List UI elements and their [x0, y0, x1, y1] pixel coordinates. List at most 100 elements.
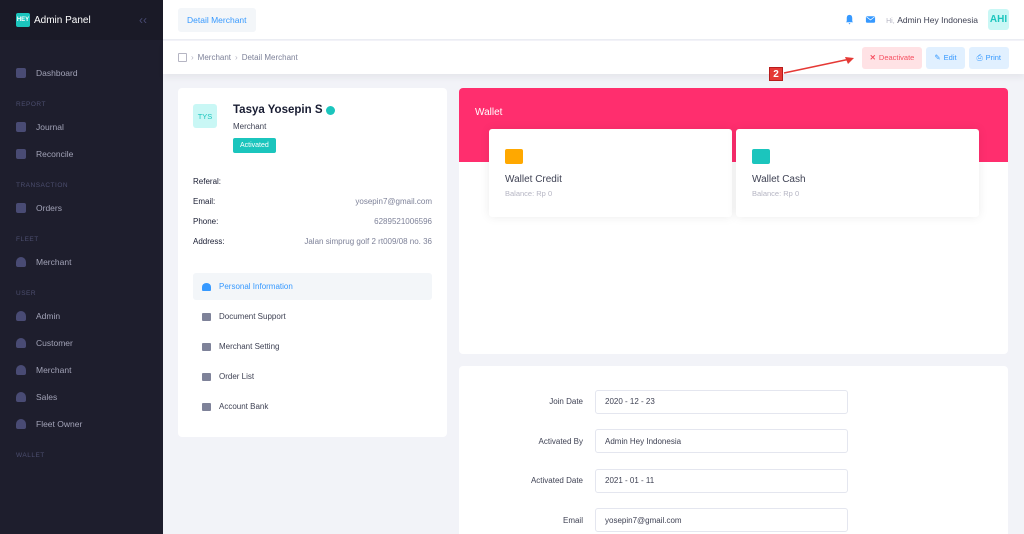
- wallet-tile-wallet-cash[interactable]: Wallet Cash Balance: Rp 0: [736, 129, 979, 217]
- sidebar-item-customer[interactable]: Customer: [0, 329, 163, 356]
- sidebar-item-journal[interactable]: Journal: [0, 113, 163, 140]
- detail-label: Activated Date: [530, 476, 583, 486]
- printer-icon: ⎙: [976, 52, 983, 62]
- activated-date-field[interactable]: 2021 - 01 - 11: [595, 468, 848, 493]
- user-icon: [16, 364, 26, 375]
- sidebar-item-label: Sales: [36, 391, 58, 402]
- home-icon[interactable]: [178, 53, 187, 62]
- profile-nav-label: Merchant Setting: [219, 342, 280, 351]
- user-icon: [16, 337, 26, 348]
- sidebar-item-sales[interactable]: Sales: [0, 383, 163, 410]
- sidebar-item-dashboard[interactable]: Dashboard: [0, 59, 163, 86]
- breadcrumb: › Merchant › Detail Merchant: [178, 53, 298, 62]
- wallet-tile-balance: Balance: Rp 0: [752, 189, 800, 198]
- detail-row-activated-by: Activated By Admin Hey Indonesia: [459, 422, 1008, 462]
- sidebar-item-fleet-owner[interactable]: Fleet Owner: [0, 410, 163, 437]
- profile-nav-document-support[interactable]: Document Support: [193, 303, 432, 330]
- profile-nav-label: Order List: [219, 372, 255, 381]
- cart-icon: [16, 202, 26, 213]
- clipboard-icon: [16, 121, 26, 132]
- mail-icon[interactable]: [865, 14, 876, 25]
- detail-label: Join Date: [549, 397, 583, 407]
- profile-nav-order-list[interactable]: Order List: [193, 363, 432, 390]
- header: Detail Merchant Hi, Admin Hey Indonesia …: [163, 0, 1024, 40]
- tab-detail-merchant[interactable]: Detail Merchant: [178, 7, 256, 32]
- user-icon: [16, 391, 26, 402]
- profile-role: Merchant: [233, 122, 267, 131]
- sidebar-section-report: REPORT: [16, 100, 46, 108]
- sidebar-section-wallet: WALLET: [16, 451, 45, 459]
- brand-name: Admin Panel: [34, 14, 91, 26]
- sidebar-item-label: Orders: [36, 202, 62, 213]
- verified-icon: [326, 105, 336, 115]
- sidebar-item-label: Journal: [36, 121, 64, 132]
- profile-nav-label: Personal Information: [219, 282, 293, 291]
- annotation-marker: 2: [769, 67, 783, 81]
- sidebar-item-label: Admin: [36, 310, 61, 321]
- sidebar-item-admin[interactable]: Admin: [0, 302, 163, 329]
- info-key: Address:: [193, 236, 225, 246]
- user-icon: [16, 418, 26, 429]
- info-row-referal: Referal:: [193, 171, 432, 191]
- sidebar-section-transaction: TRANSACTION: [16, 181, 69, 189]
- wallet-card: Wallet Wallet Credit Balance: Rp 0 Wallet …: [459, 88, 1008, 354]
- info-value: 6289521006596: [374, 216, 432, 226]
- breadcrumb-item-detail[interactable]: Detail Merchant: [242, 53, 298, 62]
- detail-row-join-date: Join Date 2020 - 12 - 23: [459, 382, 1008, 422]
- breadcrumb-item-merchant[interactable]: Merchant: [198, 53, 231, 62]
- bell-icon[interactable]: [844, 14, 855, 25]
- info-row-phone: Phone: 6289521006596: [193, 211, 432, 231]
- sidebar-section-fleet: FLEET: [16, 235, 39, 243]
- sidebar-item-merchant[interactable]: Merchant: [0, 356, 163, 383]
- close-icon: ✕: [869, 53, 876, 62]
- edit-button[interactable]: ✎ Edit: [926, 46, 965, 69]
- brand-logo: HEY: [16, 13, 30, 27]
- wallet-tile-title: Wallet Credit: [505, 174, 562, 185]
- home-icon: [16, 67, 26, 78]
- edit-icon: ✎: [934, 53, 941, 62]
- profile-nav-label: Document Support: [219, 312, 286, 321]
- card-icon: [202, 402, 211, 411]
- info-row-address: Address: Jalan simprug golf 2 rt009/08 no…: [193, 231, 432, 251]
- profile-nav: Personal Information Document Support Merc…: [193, 273, 432, 420]
- user-icon: [202, 282, 211, 291]
- sidebar-menu: Dashboard REPORT Journal Reconcile TRANSACTI…: [0, 40, 163, 464]
- sidebar: HEY Admin Panel ‹‹ Dashboard REPORT Journa…: [0, 0, 163, 534]
- profile-nav-label: Account Bank: [219, 402, 269, 411]
- deactivate-label: Deactivate: [878, 53, 915, 62]
- profile-nav-account-bank[interactable]: Account Bank: [193, 393, 432, 420]
- profile-nav-personal-information[interactable]: Personal Information: [193, 273, 432, 300]
- email-field[interactable]: yosepin7@gmail.com: [595, 508, 848, 533]
- status-badge: Activated: [233, 138, 276, 153]
- sidebar-item-reconcile[interactable]: Reconcile: [0, 140, 163, 167]
- layers-icon: [202, 312, 211, 321]
- sidebar-item-label: Customer: [36, 337, 73, 348]
- edit-label: Edit: [943, 53, 957, 62]
- wallet-icon: [752, 149, 770, 164]
- wallet-tile-balance: Balance: Rp 0: [505, 189, 553, 198]
- detail-row-email: Email yosepin7@gmail.com: [459, 501, 1008, 534]
- print-button[interactable]: ⎙ Print: [968, 46, 1009, 69]
- deactivate-button[interactable]: ✕ Deactivate: [861, 46, 923, 69]
- join-date-field[interactable]: 2020 - 12 - 23: [595, 389, 848, 414]
- sidebar-item-label: Dashboard: [36, 67, 78, 78]
- sidebar-section-user: USER: [16, 289, 37, 297]
- profile-info: Referal: Email: yosepin7@gmail.com Phone: 62…: [193, 171, 432, 251]
- cart-icon: [202, 372, 211, 381]
- activated-by-field[interactable]: Admin Hey Indonesia: [595, 429, 848, 454]
- greeting: Hi,: [886, 17, 895, 25]
- profile-nav-merchant-setting[interactable]: Merchant Setting: [193, 333, 432, 360]
- print-label: Print: [985, 53, 1001, 62]
- sidebar-item-orders[interactable]: Orders: [0, 194, 163, 221]
- subheader: › Merchant › Detail Merchant ✕ Deactivat…: [163, 41, 1024, 74]
- sidebar-collapse-icon[interactable]: ‹‹: [139, 13, 147, 27]
- sidebar-item-label: Fleet Owner: [36, 418, 83, 429]
- brand: HEY Admin Panel ‹‹: [0, 0, 163, 40]
- sidebar-item-merchant[interactable]: Merchant: [0, 248, 163, 275]
- sidebar-item-label: Merchant: [36, 256, 72, 267]
- wallet-tile-wallet-credit[interactable]: Wallet Credit Balance: Rp 0: [489, 129, 732, 217]
- avatar[interactable]: AHI: [988, 9, 1009, 30]
- details-card: Join Date 2020 - 12 - 23 Activated By Admin…: [459, 366, 1008, 534]
- user-name[interactable]: Admin Hey Indonesia: [897, 15, 978, 25]
- info-key: Email:: [193, 196, 216, 206]
